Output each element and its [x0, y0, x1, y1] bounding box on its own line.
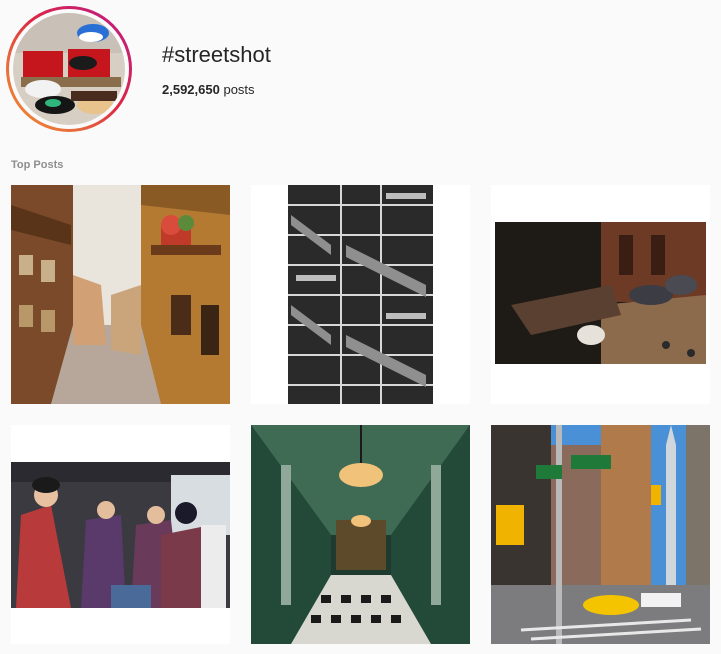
- top-posts-label: Top Posts: [11, 159, 64, 171]
- post-count: 2,592,650 posts: [162, 82, 255, 97]
- post-tile-4[interactable]: [11, 425, 230, 644]
- post-tile-1[interactable]: [11, 185, 230, 404]
- post-tile-5[interactable]: [251, 425, 470, 644]
- post-count-suffix: posts: [223, 82, 255, 97]
- hashtag-title: #streetshot: [162, 42, 271, 67]
- hashtag-header: #streetshot 2,592,650 posts: [0, 0, 721, 140]
- hashtag-avatar[interactable]: [13, 13, 125, 125]
- post-tile-2[interactable]: [251, 185, 470, 404]
- post-count-value: 2,592,650: [162, 82, 220, 97]
- story-ring[interactable]: [6, 6, 132, 132]
- post-tile-3[interactable]: [491, 185, 710, 404]
- post-tile-6[interactable]: [491, 425, 710, 644]
